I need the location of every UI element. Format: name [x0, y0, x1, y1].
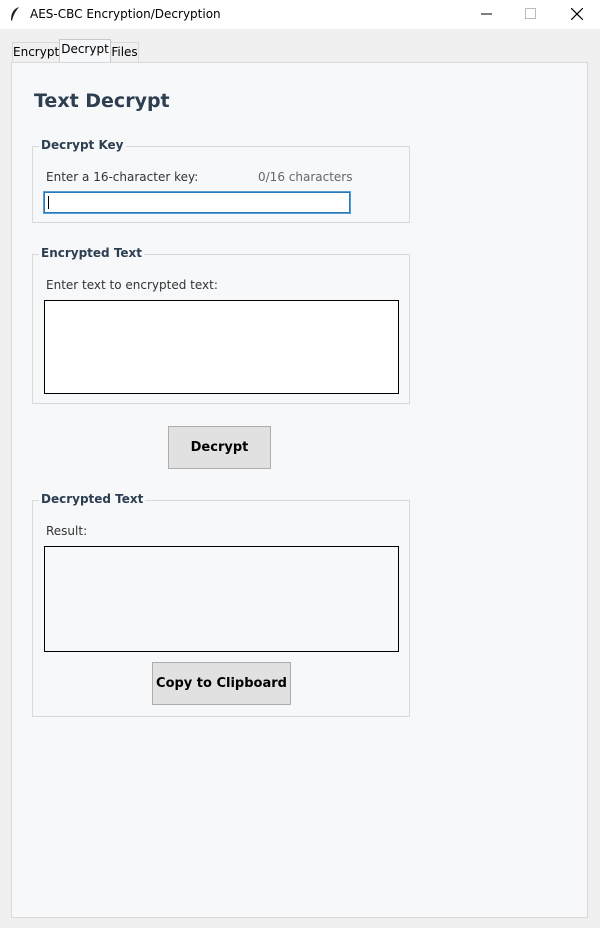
encrypted-text-input[interactable]	[44, 300, 399, 394]
minimize-icon	[481, 13, 492, 15]
window-title: AES-CBC Encryption/Decryption	[30, 7, 221, 21]
decrypt-button[interactable]: Decrypt	[168, 426, 271, 469]
page-title: Text Decrypt	[34, 90, 170, 112]
tab-decrypt[interactable]: Decrypt	[59, 39, 111, 62]
maximize-button[interactable]	[508, 0, 554, 29]
decrypt-key-group: Decrypt Key Enter a 16-character key: 0/…	[32, 138, 410, 223]
close-button[interactable]	[554, 0, 600, 29]
text-caret	[48, 196, 49, 209]
group-title: Decrypted Text	[39, 492, 146, 506]
group-title: Encrypted Text	[39, 246, 145, 260]
key-input[interactable]	[43, 191, 351, 214]
close-icon	[571, 8, 583, 20]
tab-encrypt[interactable]: Encrypt	[12, 42, 60, 62]
maximize-icon	[525, 8, 536, 19]
key-char-counter: 0/16 characters	[258, 170, 353, 184]
decrypt-panel: Text Decrypt Decrypt Key Enter a 16-char…	[11, 62, 588, 918]
title-bar: AES-CBC Encryption/Decryption	[0, 0, 600, 29]
result-label: Result:	[46, 524, 88, 538]
encrypted-text-group: Encrypted Text Enter text to encrypted t…	[32, 246, 410, 404]
decrypted-text-group: Decrypted Text Result: Copy to Clipboard	[32, 492, 410, 717]
encrypted-prompt-label: Enter text to encrypted text:	[46, 278, 218, 292]
result-text-output[interactable]	[44, 546, 399, 652]
key-prompt-label: Enter a 16-character key:	[46, 170, 199, 184]
copy-to-clipboard-button[interactable]: Copy to Clipboard	[152, 662, 291, 705]
feather-icon	[9, 6, 21, 22]
tab-files[interactable]: Files	[110, 42, 139, 62]
minimize-button[interactable]	[464, 0, 510, 29]
group-title: Decrypt Key	[39, 138, 126, 152]
tab-bar: Encrypt Decrypt Files	[0, 29, 600, 62]
